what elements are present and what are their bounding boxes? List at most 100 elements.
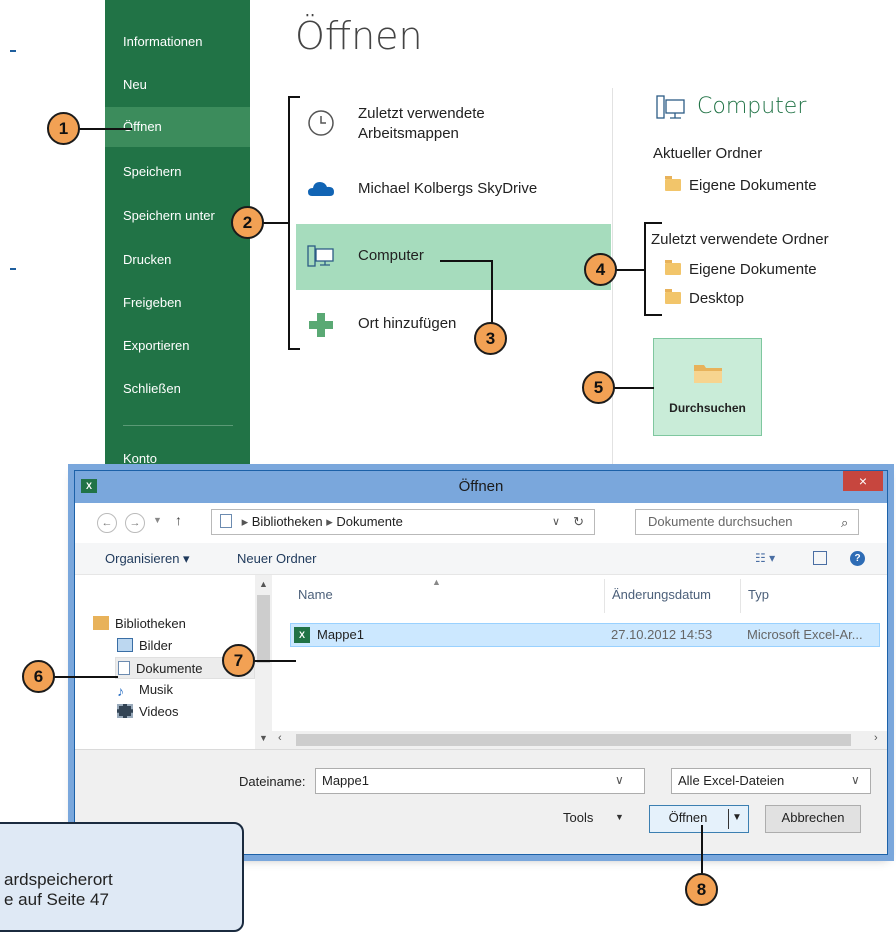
view-options-icon[interactable]: ☷ ▾ (755, 551, 775, 565)
folder-icon (665, 176, 681, 191)
file-row[interactable]: X Mappe1 27.10.2012 14:53 Microsoft Exce… (290, 623, 880, 647)
chevron-down-icon[interactable]: ▼ (153, 515, 162, 525)
nav-item-exportieren[interactable]: Exportieren (105, 326, 250, 366)
column-header-type[interactable]: Typ (748, 587, 769, 602)
libraries-icon (93, 616, 109, 630)
nav-item-neu[interactable]: Neu (105, 65, 250, 105)
refresh-icon[interactable]: ↻ (573, 510, 584, 534)
close-button[interactable]: × (843, 471, 883, 491)
tree-item-pictures[interactable]: Bilder (117, 635, 172, 657)
place-label: Michael Kolbergs SkyDrive (358, 180, 538, 197)
chevron-down-icon[interactable]: ▼ (732, 806, 742, 830)
nav-item-speichern[interactable]: Speichern (105, 152, 250, 192)
open-button-label: Öffnen (668, 810, 708, 825)
dialog-title: Öffnen (458, 478, 504, 495)
folder-label: Eigene Dokumente (689, 177, 817, 194)
back-button[interactable]: ← (97, 513, 117, 533)
preview-pane-icon[interactable] (813, 551, 827, 565)
callout-2: 2 (231, 206, 264, 239)
forward-button[interactable]: → (125, 513, 145, 533)
tree-item-libraries[interactable]: Bibliotheken (93, 613, 186, 635)
tree-item-music[interactable]: ♪ Musik (117, 679, 173, 701)
pictures-icon (117, 638, 133, 652)
scroll-up-icon[interactable]: ▲ (259, 579, 268, 589)
horizontal-scrollbar[interactable]: ‹ › (272, 731, 887, 749)
place-computer[interactable]: Computer (296, 224, 611, 290)
leader-line (254, 660, 296, 662)
open-dialog: X Öffnen × ← → ▼ ↑ ▸ Bibliotheken ▸ Doku… (74, 470, 888, 855)
tree-scrollbar[interactable]: ▲ ▼ (255, 575, 272, 749)
filetype-select[interactable]: Alle Excel-Dateien (671, 768, 871, 794)
current-folder-link[interactable]: Eigene Dokumente (665, 176, 817, 194)
file-type: Microsoft Excel-Ar... (747, 627, 863, 642)
dialog-titlebar[interactable]: X Öffnen × (75, 471, 887, 503)
computer-icon (656, 95, 685, 119)
tip-text: ardspeicherort e auf Seite 47 (4, 870, 113, 909)
address-bar-row: ← → ▼ ↑ ▸ Bibliotheken ▸ Dokumente ∨ ↻ D… (75, 503, 887, 543)
excel-file-icon: X (294, 627, 310, 643)
address-box[interactable]: ▸ Bibliotheken ▸ Dokumente ∨ ↻ (211, 509, 595, 535)
place-label: Zuletzt verwendete Arbeitsmappen (358, 105, 485, 142)
cancel-button[interactable]: Abbrechen (765, 805, 861, 833)
recent-folder-item[interactable]: Desktop (665, 289, 744, 307)
search-icon[interactable]: ⌕ (841, 515, 848, 531)
tree-item-videos[interactable]: Videos (117, 701, 179, 723)
computer-icon (307, 245, 334, 267)
scrollbar-thumb[interactable] (257, 595, 270, 663)
nav-item-speichern-unter[interactable]: Speichern unter (105, 196, 250, 236)
chevron-down-icon[interactable]: ▼ (615, 812, 624, 822)
folder-icon (665, 260, 681, 275)
help-icon[interactable]: ? (850, 551, 865, 566)
breadcrumb-item[interactable]: Bibliotheken (252, 514, 323, 529)
chevron-down-icon[interactable]: ∨ (851, 773, 860, 787)
place-label: Computer (358, 247, 424, 264)
file-list: ▲ Name Änderungsdatum Typ X Mappe1 27.10… (272, 575, 887, 749)
file-name: Mappe1 (317, 627, 364, 642)
scroll-right-icon[interactable]: › (874, 732, 878, 744)
nav-item-oeffnen[interactable]: Öffnen (105, 107, 250, 147)
organize-button[interactable]: Organisieren ▾ (105, 551, 190, 567)
leader-line (701, 825, 703, 875)
scrollbar-thumb[interactable] (296, 734, 851, 746)
callout-1: 1 (47, 112, 80, 145)
leader-line (491, 260, 493, 324)
bracket-line (644, 222, 646, 316)
tree-label: Videos (139, 704, 179, 719)
computer-panel-title: Computer (697, 94, 807, 119)
leader-line (614, 387, 654, 389)
search-input[interactable]: Dokumente durchsuchen (635, 509, 859, 535)
backstage-nav: Informationen Neu Öffnen Speichern Speic… (105, 0, 250, 475)
leader-line (78, 128, 132, 130)
place-skydrive[interactable]: Michael Kolbergs SkyDrive (296, 156, 611, 222)
recent-folder-item[interactable]: Eigene Dokumente (665, 260, 817, 278)
tree-label: Bibliotheken (115, 616, 186, 631)
filename-input[interactable]: Mappe1 (315, 768, 645, 794)
breadcrumb-item[interactable]: Dokumente (336, 514, 402, 529)
up-button[interactable]: ↑ (175, 512, 182, 528)
tools-button[interactable]: Tools (563, 810, 593, 825)
nav-item-informationen[interactable]: Informationen (105, 22, 250, 62)
scroll-down-icon[interactable]: ▼ (259, 733, 268, 743)
callout-6: 6 (22, 660, 55, 693)
column-header-name[interactable]: Name (298, 587, 333, 602)
open-button[interactable]: Öffnen ▼ (649, 805, 749, 833)
new-folder-button[interactable]: Neuer Ordner (237, 551, 316, 566)
column-header-date[interactable]: Änderungsdatum (612, 587, 711, 602)
leader-line (54, 676, 118, 678)
scroll-left-icon[interactable]: ‹ (278, 732, 282, 744)
page-title: Öffnen (295, 14, 423, 58)
place-add-location[interactable]: Ort hinzufügen (296, 292, 611, 358)
current-folder-heading: Aktueller Ordner (653, 145, 763, 162)
chevron-down-icon[interactable]: ∨ (552, 510, 560, 534)
nav-item-drucken[interactable]: Drucken (105, 240, 250, 280)
tree-label: Musik (139, 682, 173, 697)
place-recent-workbooks[interactable]: Zuletzt verwendete Arbeitsmappen (296, 90, 611, 156)
bracket-line (288, 348, 300, 350)
bracket-line (288, 96, 300, 98)
nav-item-freigeben[interactable]: Freigeben (105, 283, 250, 323)
documents-icon (118, 661, 130, 675)
chevron-down-icon[interactable]: ∨ (615, 773, 624, 787)
browse-button[interactable]: Durchsuchen (653, 338, 762, 436)
callout-5: 5 (582, 371, 615, 404)
nav-item-schliessen[interactable]: Schließen (105, 369, 250, 409)
